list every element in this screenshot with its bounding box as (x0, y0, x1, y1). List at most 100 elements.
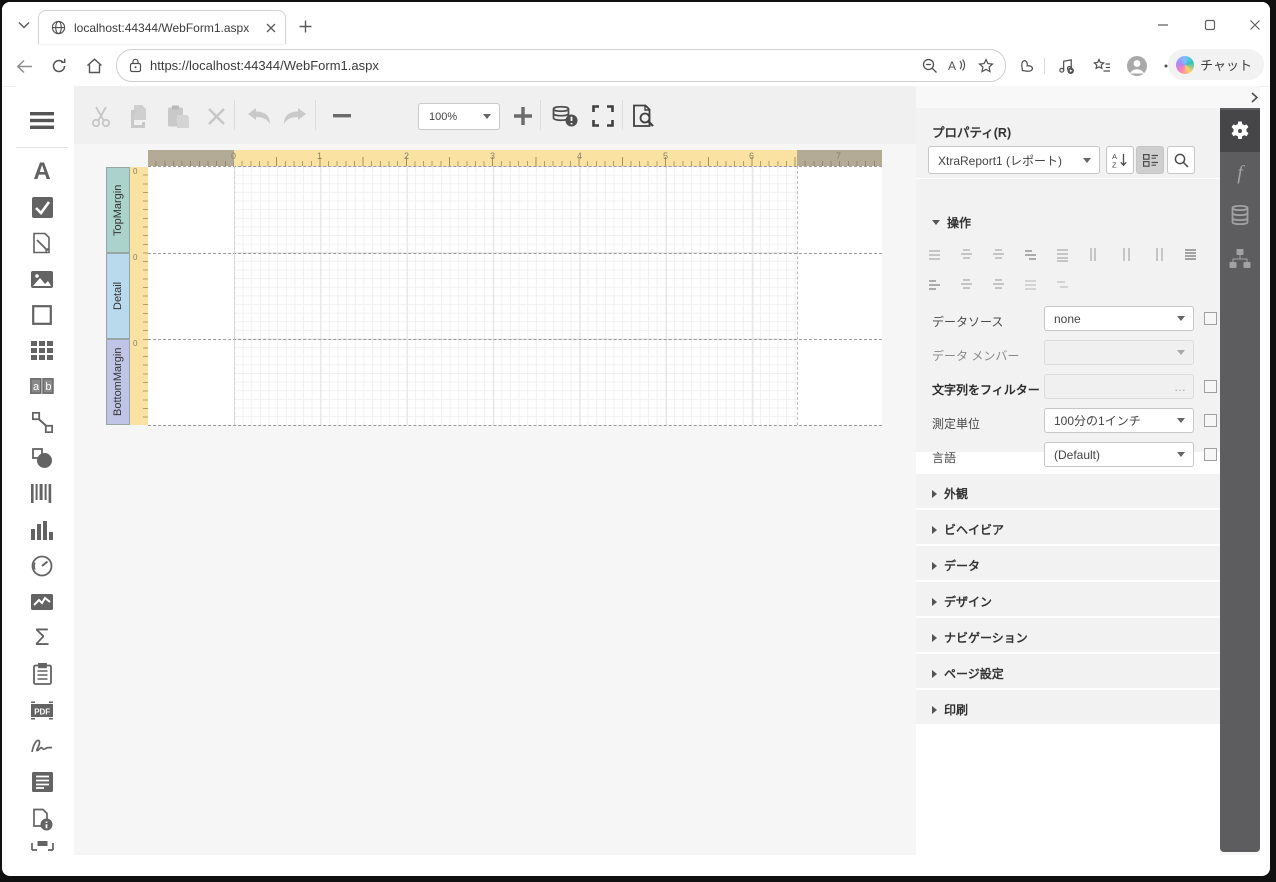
filterstring-field[interactable]: … (1044, 374, 1194, 399)
operation-icon[interactable] (1088, 248, 1101, 261)
section-actions[interactable]: 操作 (932, 214, 971, 231)
page-break-tool-icon[interactable] (29, 840, 55, 855)
operation-icon[interactable] (1184, 248, 1197, 261)
design-surface[interactable]: 0 1 2 3 4 5 6 7 TopMargin Detail (74, 144, 916, 855)
section-print[interactable]: 印刷 (916, 690, 1220, 724)
picture-tool-icon[interactable] (29, 266, 55, 292)
delete-icon[interactable] (203, 103, 229, 129)
section-data[interactable]: データ (916, 546, 1220, 580)
lock-icon[interactable] (129, 58, 142, 73)
close-button[interactable] (1240, 12, 1270, 38)
table-of-contents-tool-icon[interactable] (29, 769, 55, 795)
copy-icon[interactable] (126, 103, 152, 129)
page-info-tool-icon[interactable]: f (29, 806, 55, 832)
menu-icon[interactable] (29, 107, 55, 133)
browser-essentials-icon[interactable] (1014, 54, 1038, 78)
operation-icon[interactable] (928, 278, 941, 291)
chart-tool-icon[interactable] (29, 517, 55, 543)
refresh-icon[interactable] (47, 54, 71, 78)
barcode-tool-icon[interactable] (29, 480, 55, 506)
filterstring-checkbox[interactable] (1204, 380, 1217, 393)
design-grid[interactable] (234, 166, 797, 425)
line-tool-icon[interactable] (29, 409, 55, 435)
zoom-out-page-icon[interactable] (917, 58, 943, 74)
zoom-in-icon[interactable] (510, 103, 536, 129)
operation-icon[interactable] (992, 278, 1005, 291)
fullscreen-icon[interactable] (590, 103, 616, 129)
favorite-star-icon[interactable] (971, 58, 1001, 74)
language-select[interactable]: (Default) (1044, 442, 1194, 467)
pdf-content-tool-icon[interactable]: PDF (29, 697, 55, 723)
operation-icon[interactable] (1056, 248, 1069, 261)
datasource-select[interactable]: none (1044, 306, 1194, 331)
operation-icon[interactable] (960, 278, 973, 291)
section-behavior[interactable]: ビヘイビア (916, 510, 1220, 544)
vertical-ruler[interactable]: 0 0 0 (130, 167, 148, 425)
search-properties-button[interactable] (1167, 146, 1195, 174)
section-page-settings[interactable]: ページ設定 (916, 654, 1220, 688)
operation-icon[interactable] (1120, 248, 1133, 261)
gauge-tool-icon[interactable] (29, 553, 55, 579)
cut-icon[interactable] (88, 103, 114, 129)
home-icon[interactable] (82, 54, 106, 78)
new-tab-icon[interactable] (294, 15, 316, 37)
minimize-button[interactable] (1148, 12, 1178, 38)
band-header-topmargin[interactable]: TopMargin (106, 167, 130, 253)
copilot-chat-button[interactable]: チャット (1168, 49, 1264, 80)
section-design[interactable]: デザイン (916, 582, 1220, 616)
undo-icon[interactable] (246, 103, 272, 129)
tab-properties-gear[interactable] (1220, 110, 1260, 152)
panel-tool-icon[interactable] (29, 302, 55, 328)
paste-icon[interactable] (165, 103, 191, 129)
signature-tool-icon[interactable] (29, 733, 55, 759)
band-header-detail[interactable]: Detail (106, 253, 130, 339)
tab-report-explorer[interactable] (1220, 238, 1260, 280)
operation-icon[interactable] (992, 248, 1005, 261)
summary-tool-icon[interactable]: Σ (29, 625, 55, 651)
back-icon[interactable] (12, 54, 36, 78)
address-bar[interactable]: https://localhost:44344/WebForm1.aspx A (116, 49, 1006, 82)
shape-tool-icon[interactable] (29, 445, 55, 471)
ellipsis-icon[interactable]: … (1174, 380, 1186, 394)
language-checkbox[interactable] (1204, 448, 1217, 461)
measureunits-select[interactable]: 100分の1インチ (1044, 408, 1194, 433)
media-controls-icon[interactable] (1054, 54, 1078, 78)
label-tool-icon[interactable]: A (29, 159, 55, 185)
section-appearance[interactable]: 外観 (916, 474, 1220, 508)
tab-expressions-fx[interactable]: f (1220, 152, 1260, 194)
operation-icon[interactable] (1152, 248, 1165, 261)
category-view-button[interactable] (1136, 146, 1164, 174)
url-text[interactable]: https://localhost:44344/WebForm1.aspx (150, 58, 917, 73)
operation-icon[interactable] (1056, 278, 1069, 291)
report-element-select[interactable]: XtraReport1 (レポート) (928, 146, 1100, 174)
browser-tab[interactable]: localhost:44344/WebForm1.aspx (38, 10, 286, 44)
checkbox-tool-icon[interactable] (29, 194, 55, 220)
maximize-button[interactable] (1195, 12, 1225, 38)
operation-icon[interactable] (1024, 248, 1037, 261)
sparkline-tool-icon[interactable] (29, 589, 55, 615)
zoom-out-icon[interactable] (329, 103, 355, 129)
tab-close-icon[interactable] (266, 23, 276, 33)
operation-icon[interactable] (1024, 278, 1037, 291)
band-header-bottommargin[interactable]: BottomMargin (106, 339, 130, 425)
preview-icon[interactable] (630, 103, 656, 129)
profile-avatar[interactable] (1124, 53, 1150, 79)
validate-bindings-icon[interactable] (552, 103, 578, 129)
table-tool-icon[interactable] (29, 337, 55, 363)
tab-search-chevron-icon[interactable] (12, 14, 36, 36)
character-comb-tool-icon[interactable]: a b (29, 373, 55, 399)
datamember-select[interactable] (1044, 340, 1194, 365)
band-separator[interactable] (148, 253, 882, 254)
measureunits-checkbox[interactable] (1204, 414, 1217, 427)
zoom-select[interactable]: 100% (418, 103, 500, 130)
tab-field-list[interactable] (1220, 194, 1260, 236)
hruler-left-margin[interactable] (148, 150, 234, 166)
operation-icon[interactable] (960, 248, 973, 261)
collections-icon[interactable] (1090, 54, 1114, 78)
margin-line-right[interactable] (797, 166, 798, 425)
band-separator[interactable] (148, 339, 882, 340)
pivot-grid-tool-icon[interactable] (29, 661, 55, 687)
section-navigation[interactable]: ナビゲーション (916, 618, 1220, 652)
richtext-tool-icon[interactable] (29, 230, 55, 256)
band-separator[interactable] (148, 425, 882, 426)
